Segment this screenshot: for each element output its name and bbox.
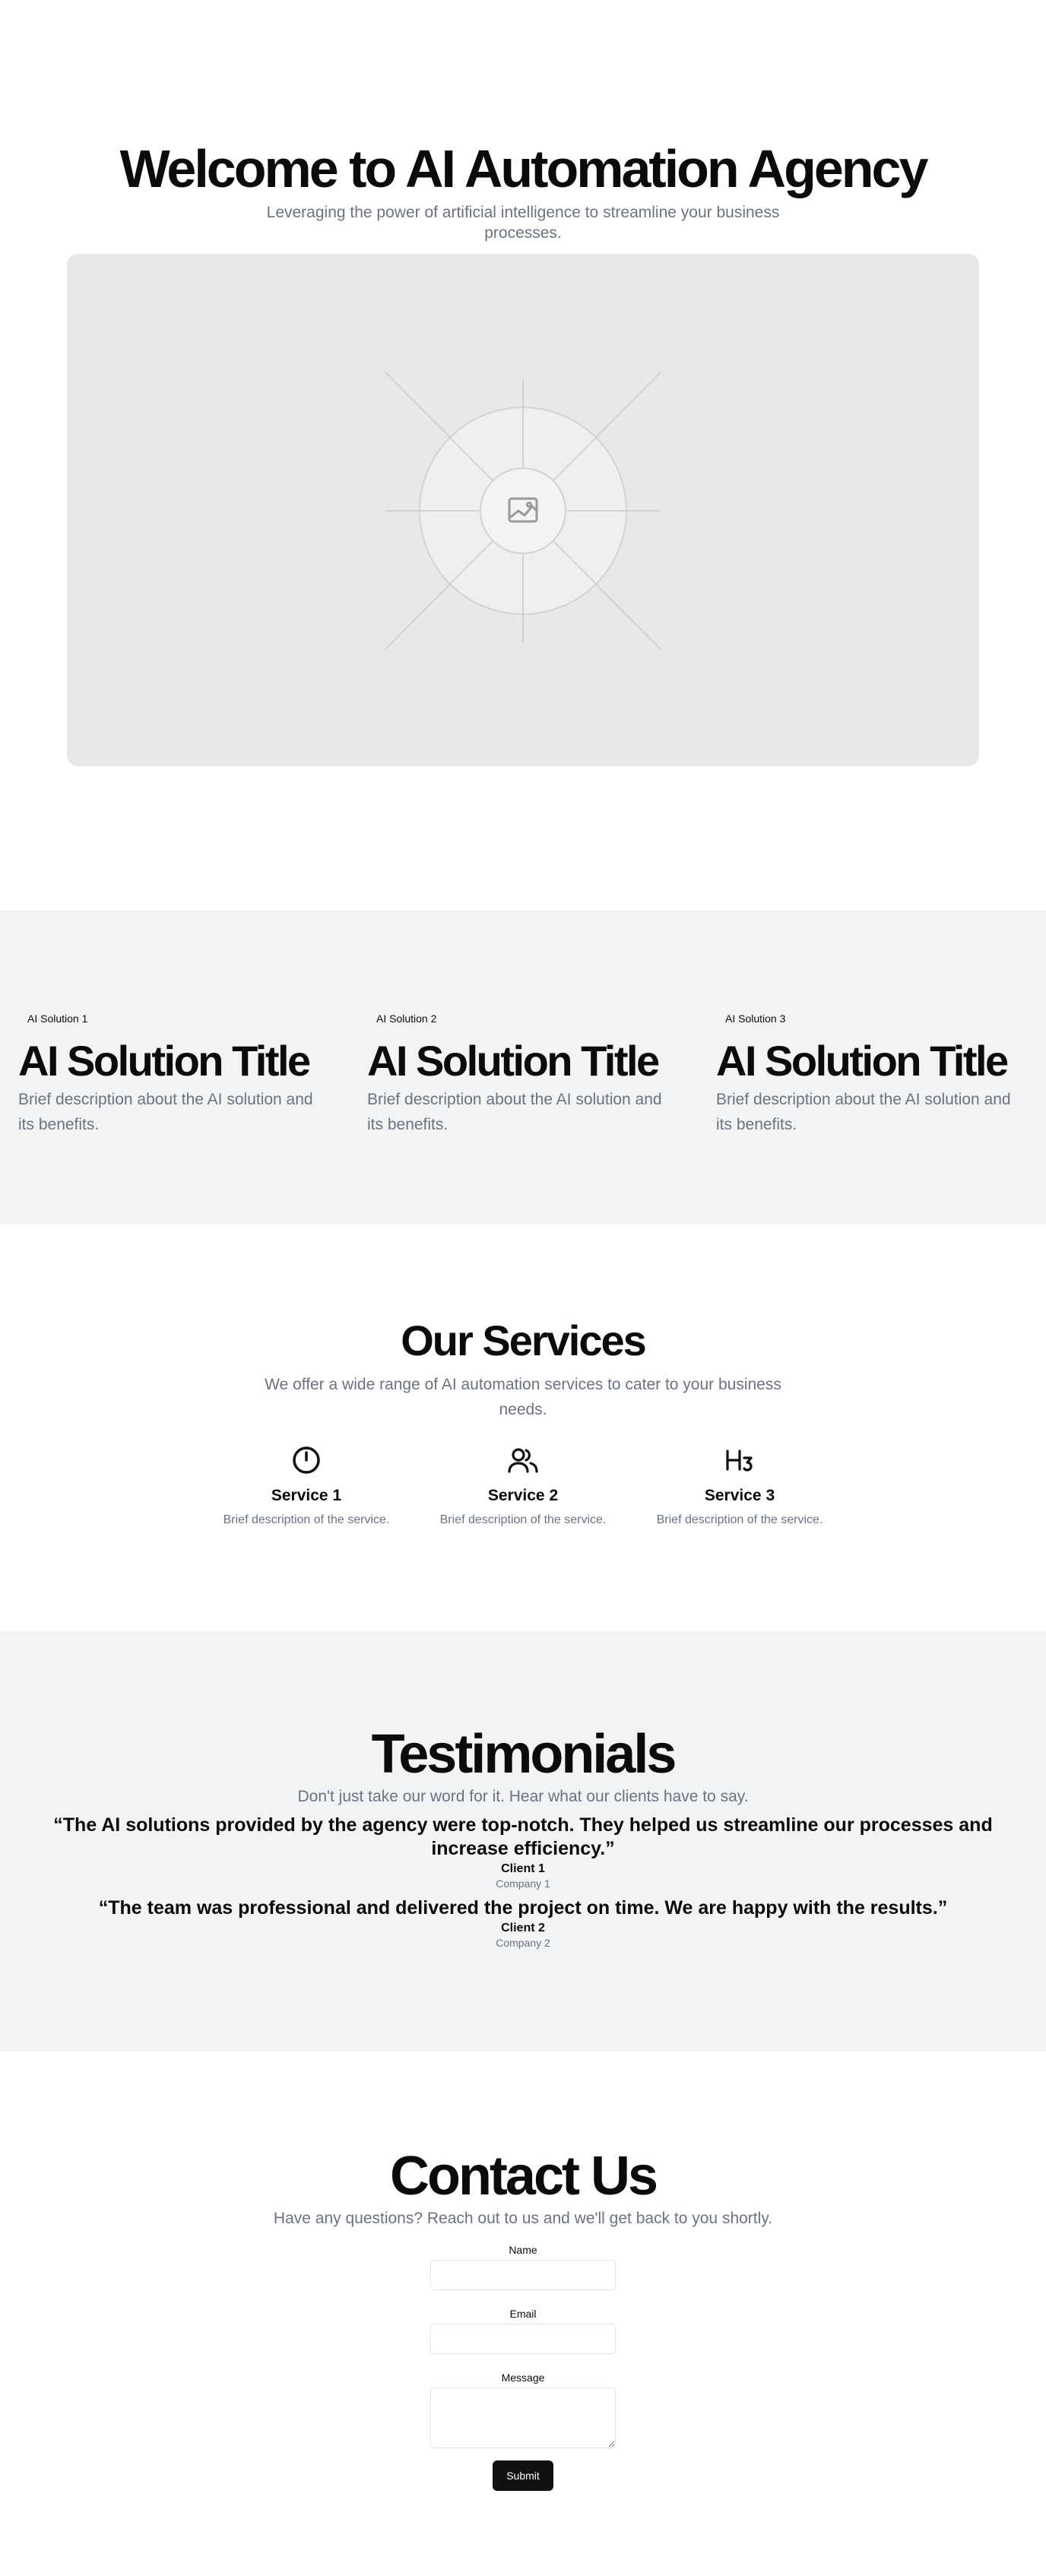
service-name: Service 2 [487, 1487, 559, 1504]
solutions-section: AI Solution 1 AI Solution Title Brief de… [0, 911, 1046, 1225]
testimonial-client: Client 2 [501, 1922, 545, 1934]
solution-description: Brief description about the AI solution … [367, 1091, 662, 1133]
message-label: Message [501, 2372, 545, 2384]
testimonial-company: Company 1 [496, 1877, 550, 1890]
testimonials-subtitle: Don't just take our word for it. Hear wh… [297, 1788, 749, 1805]
solution-card-1: AI Solution 1 AI Solution Title Brief de… [18, 1009, 330, 1137]
users-icon [415, 1443, 632, 1477]
testimonial-quote: “The team was professional and delivered… [98, 1897, 948, 1919]
service-description: Brief description of the service. [656, 1513, 823, 1526]
contact-subtitle: Have any questions? Reach out to us and … [273, 2210, 773, 2227]
solution-badge: AI Solution 1 [18, 1009, 97, 1028]
services-subtitle: We offer a wide range of AI automation s… [265, 1376, 781, 1418]
services-title: Our Services [401, 1317, 647, 1364]
hero-subtitle: Leveraging the power of artificial intel… [266, 204, 780, 242]
testimonials-title: Testimonials [371, 1724, 677, 1785]
testimonial-1: “The AI solutions provided by the agency… [0, 1814, 1046, 1890]
solution-card-3: AI Solution 3 AI Solution Title Brief de… [716, 1009, 1028, 1137]
clock-icon [198, 1443, 415, 1477]
solution-title: AI Solution Title [716, 1037, 1009, 1085]
solution-card-2: AI Solution 2 AI Solution Title Brief de… [367, 1009, 679, 1137]
solution-description: Brief description about the AI solution … [716, 1091, 1011, 1133]
testimonials-section: Testimonials Don't just take our word fo… [0, 1631, 1046, 2052]
services-grid: Service 1 Brief description of the servi… [0, 1443, 1046, 1529]
heading-3-icon [632, 1443, 848, 1477]
email-input[interactable] [430, 2324, 616, 2354]
hero-image-placeholder [67, 254, 979, 766]
solution-description: Brief description about the AI solution … [18, 1091, 313, 1133]
service-description: Brief description of the service. [223, 1513, 390, 1526]
service-description: Brief description of the service. [439, 1513, 607, 1526]
service-card-1: Service 1 Brief description of the servi… [198, 1443, 415, 1529]
services-section: Our Services We offer a wide range of AI… [0, 1225, 1046, 1631]
hero-title: Welcome to AI Automation Agency [119, 139, 929, 198]
service-card-2: Service 2 Brief description of the servi… [415, 1443, 632, 1529]
contact-title: Contact Us [389, 2146, 658, 2207]
email-label: Email [509, 2308, 537, 2320]
testimonial-2: “The team was professional and delivered… [0, 1896, 1046, 1950]
solution-badge: AI Solution 3 [716, 1009, 795, 1028]
solution-title: AI Solution Title [18, 1037, 311, 1085]
solution-badge: AI Solution 2 [367, 1009, 446, 1028]
service-name: Service 1 [271, 1487, 342, 1504]
name-input[interactable] [430, 2260, 616, 2290]
contact-form: Name Email Message Submit [430, 2243, 616, 2491]
name-label: Name [509, 2244, 537, 2256]
testimonial-company: Company 2 [496, 1937, 550, 1949]
service-card-3: Service 3 Brief description of the servi… [632, 1443, 848, 1529]
message-textarea[interactable] [430, 2387, 616, 2448]
solution-title: AI Solution Title [367, 1037, 660, 1085]
service-name: Service 3 [704, 1487, 775, 1504]
contact-section: Contact Us Have any questions? Reach out… [0, 2052, 1046, 2576]
submit-button[interactable]: Submit [493, 2460, 553, 2491]
testimonial-client: Client 1 [501, 1862, 545, 1875]
hero-section: Welcome to AI Automation Agency Leveragi… [0, 0, 1046, 911]
testimonial-quote: “The AI solutions provided by the agency… [53, 1814, 993, 1859]
image-placeholder-graphic [384, 371, 662, 651]
